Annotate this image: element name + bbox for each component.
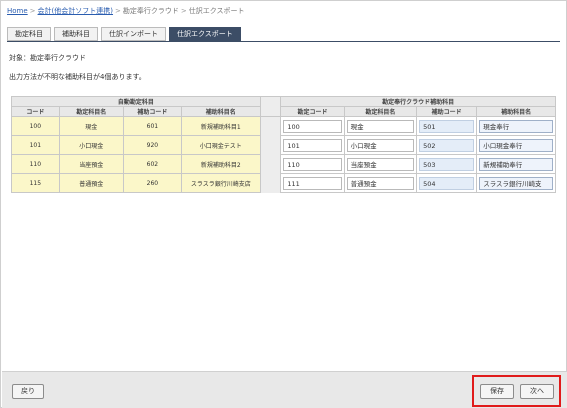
map-account-cell: 当座預金 [343, 154, 418, 174]
table-row: 110 当座預金 602 新規補助科目2 110 当座預金 503 新規補助奉行 [11, 154, 556, 174]
breadcrumb-service: 勘定奉行クラウド [122, 7, 179, 15]
tab-sub-accounts[interactable]: 補助科目 [54, 27, 98, 41]
sub-name-select[interactable]: 現金奉行 [479, 119, 553, 133]
column-header: 勘定科目名 [343, 106, 418, 117]
map-sub-code-cell: 501 [416, 116, 478, 136]
sub-name-cell: スラスラ銀行川崎支店 [180, 173, 261, 193]
sub-name-select[interactable]: 小口現金奉行 [479, 138, 553, 152]
breadcrumb-current: 仕訳エクスポート [188, 7, 245, 15]
map-sub-code-cell: 503 [416, 154, 478, 174]
group-header-target: 勘定奉行クラウド補助科目 [280, 96, 556, 107]
column-header: 勘定科目名 [58, 106, 124, 117]
sub-code-field: 502 [419, 138, 475, 152]
account-code-input[interactable]: 101 [283, 138, 342, 152]
tab-account-items[interactable]: 勘定科目 [7, 27, 51, 41]
breadcrumb: Home > 会計(他会計ソフト連携) > 勘定奉行クラウド > 仕訳エクスポート [7, 6, 245, 16]
breadcrumb-separator: > [29, 7, 36, 15]
column-header: 補助科目名 [476, 106, 556, 117]
code-cell: 115 [11, 173, 60, 193]
code-cell: 101 [11, 135, 60, 155]
sub-code-cell: 602 [122, 154, 182, 174]
map-account-cell: 現金 [343, 116, 418, 136]
column-header: コード [11, 106, 60, 117]
gap-cell [259, 116, 282, 136]
account-code-input[interactable]: 100 [283, 119, 342, 133]
column-header: 勘定コード [280, 106, 345, 117]
sub-code-field: 503 [419, 157, 475, 171]
account-code-input[interactable]: 111 [283, 176, 342, 190]
map-sub-name-cell: 小口現金奉行 [476, 135, 556, 155]
column-header: 補助コード [122, 106, 182, 117]
account-name-input[interactable]: 普通預金 [346, 176, 415, 190]
tab-underline [7, 41, 560, 42]
breadcrumb-separator: > [115, 7, 121, 15]
breadcrumb-home-link[interactable]: Home [7, 7, 28, 15]
table-row: 100 現金 601 新規補助科目1 100 現金 501 現金奉行 [11, 116, 556, 136]
sub-code-field: 501 [419, 119, 475, 133]
map-account-cell: 普通預金 [343, 173, 418, 193]
account-name-input[interactable]: 小口現金 [346, 138, 415, 152]
back-button[interactable]: 戻り [12, 384, 44, 399]
sub-name-cell: 小口現金テスト [180, 135, 261, 155]
column-header: 補助科目名 [180, 106, 261, 117]
map-code-cell: 100 [280, 116, 345, 136]
map-sub-name-cell: スラスラ銀行川崎支 [476, 173, 556, 193]
gap-cell [259, 173, 282, 193]
sub-code-cell: 601 [122, 116, 182, 136]
map-code-cell: 101 [280, 135, 345, 155]
map-account-cell: 小口現金 [343, 135, 418, 155]
group-header-source: 自動勘定科目 [11, 96, 261, 107]
sub-name-cell: 新規補助科目1 [180, 116, 261, 136]
target-label: 対象：勘定奉行クラウド [9, 54, 86, 62]
map-sub-code-cell: 502 [416, 135, 478, 155]
gap-cell [259, 135, 282, 155]
map-sub-name-cell: 現金奉行 [476, 116, 556, 136]
breadcrumb-accounting-link[interactable]: 会計(他会計ソフト連携) [38, 7, 113, 15]
account-cell: 普通預金 [58, 173, 124, 193]
code-cell: 110 [11, 154, 60, 174]
sub-code-cell: 920 [122, 135, 182, 155]
map-sub-name-cell: 新規補助奉行 [476, 154, 556, 174]
tab-journal-import[interactable]: 仕訳インポート [101, 27, 166, 41]
account-code-input[interactable]: 110 [283, 157, 342, 171]
account-name-input[interactable]: 当座預金 [346, 157, 415, 171]
table-row: 115 普通預金 260 スラスラ銀行川崎支店 111 普通預金 504 スラス… [11, 173, 556, 193]
sub-name-cell: 新規補助科目2 [180, 154, 261, 174]
save-button[interactable]: 保存 [480, 384, 514, 399]
column-header: 補助コード [416, 106, 478, 117]
account-cell: 小口現金 [58, 135, 124, 155]
map-code-cell: 111 [280, 173, 345, 193]
account-cell: 当座預金 [58, 154, 124, 174]
map-code-cell: 110 [280, 154, 345, 174]
tab-bar: 勘定科目 補助科目 仕訳インポート 仕訳エクスポート [7, 27, 241, 41]
gap-cell [259, 154, 282, 174]
account-cell: 現金 [58, 116, 124, 136]
mapping-table: 自動勘定科目 勘定奉行クラウド補助科目 コード 勘定科目名 補助コード 補助科目… [11, 96, 556, 193]
breadcrumb-separator: > [180, 7, 187, 15]
header-gap [259, 96, 282, 117]
next-button[interactable]: 次へ [520, 384, 554, 399]
sub-name-select[interactable]: スラスラ銀行川崎支 [479, 176, 553, 190]
app-window: Home > 会計(他会計ソフト連携) > 勘定奉行クラウド > 仕訳エクスポート 勘定科目… [0, 0, 567, 408]
notice-message: 出力方法が不明な補助科目が4個あります。 [9, 73, 146, 81]
map-sub-code-cell: 504 [416, 173, 478, 193]
tab-journal-export[interactable]: 仕訳エクスポート [169, 27, 241, 41]
sub-name-select[interactable]: 新規補助奉行 [479, 157, 553, 171]
sub-code-cell: 260 [122, 173, 182, 193]
table-row: 101 小口現金 920 小口現金テスト 101 小口現金 502 小口現金奉行 [11, 135, 556, 155]
sub-code-field: 504 [419, 176, 475, 190]
account-name-input[interactable]: 現金 [346, 119, 415, 133]
code-cell: 100 [11, 116, 60, 136]
